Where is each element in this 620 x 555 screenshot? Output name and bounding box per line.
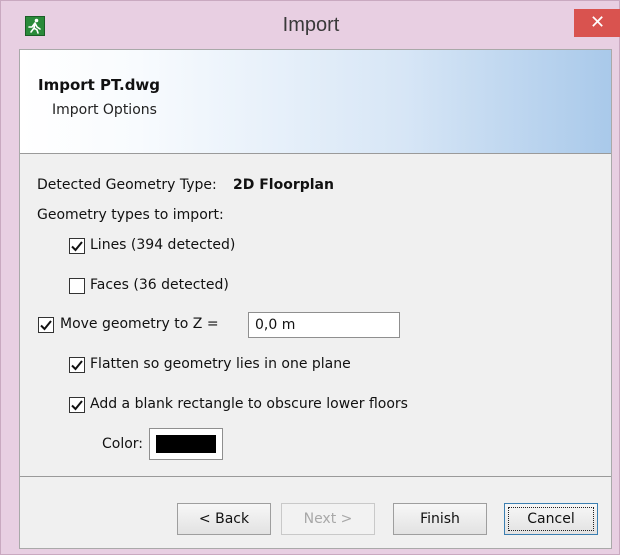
finish-button[interactable]: Finish bbox=[393, 503, 487, 535]
color-swatch bbox=[156, 435, 216, 453]
banner-title: Import PT.dwg bbox=[38, 76, 161, 94]
title-bar: Import ✕ bbox=[1, 1, 620, 49]
checkmark-icon bbox=[71, 241, 83, 252]
lines-label: Lines (394 detected) bbox=[90, 237, 236, 253]
close-icon: ✕ bbox=[589, 12, 606, 33]
banner-subtitle: Import Options bbox=[52, 102, 157, 118]
detected-type-value: 2D Floorplan bbox=[233, 177, 334, 193]
flatten-checkbox[interactable] bbox=[69, 357, 85, 373]
move-geometry-checkbox[interactable] bbox=[38, 317, 54, 333]
window-title: Import bbox=[282, 14, 340, 36]
geometry-types-label: Geometry types to import: bbox=[37, 207, 224, 223]
blank-rectangle-checkbox[interactable] bbox=[69, 397, 85, 413]
dialog-client-area: Import PT.dwg Import Options Detected Ge… bbox=[19, 49, 612, 549]
checkmark-icon bbox=[71, 360, 83, 371]
lines-checkbox[interactable] bbox=[69, 238, 85, 254]
import-dialog: Import ✕ Import PT.dwg Import Options De… bbox=[0, 0, 620, 555]
faces-label: Faces (36 detected) bbox=[90, 277, 229, 293]
header-banner: Import PT.dwg Import Options bbox=[20, 50, 611, 154]
z-value-input[interactable] bbox=[248, 312, 400, 338]
color-label: Color: bbox=[102, 436, 144, 452]
blank-rectangle-label: Add a blank rectangle to obscure lower f… bbox=[90, 396, 408, 412]
checkmark-icon bbox=[40, 320, 52, 331]
cancel-button[interactable]: Cancel bbox=[504, 503, 598, 535]
color-swatch-button[interactable] bbox=[149, 428, 223, 460]
next-button[interactable]: Next > bbox=[281, 503, 375, 535]
move-geometry-label: Move geometry to Z = bbox=[60, 316, 219, 332]
checkmark-icon bbox=[71, 400, 83, 411]
close-button[interactable]: ✕ bbox=[574, 9, 620, 37]
flatten-label: Flatten so geometry lies in one plane bbox=[90, 356, 351, 372]
detected-type-label: Detected Geometry Type: bbox=[37, 177, 217, 193]
back-button[interactable]: < Back bbox=[177, 503, 271, 535]
cancel-label: Cancel bbox=[527, 511, 575, 527]
separator bbox=[20, 476, 611, 477]
faces-checkbox[interactable] bbox=[69, 278, 85, 294]
